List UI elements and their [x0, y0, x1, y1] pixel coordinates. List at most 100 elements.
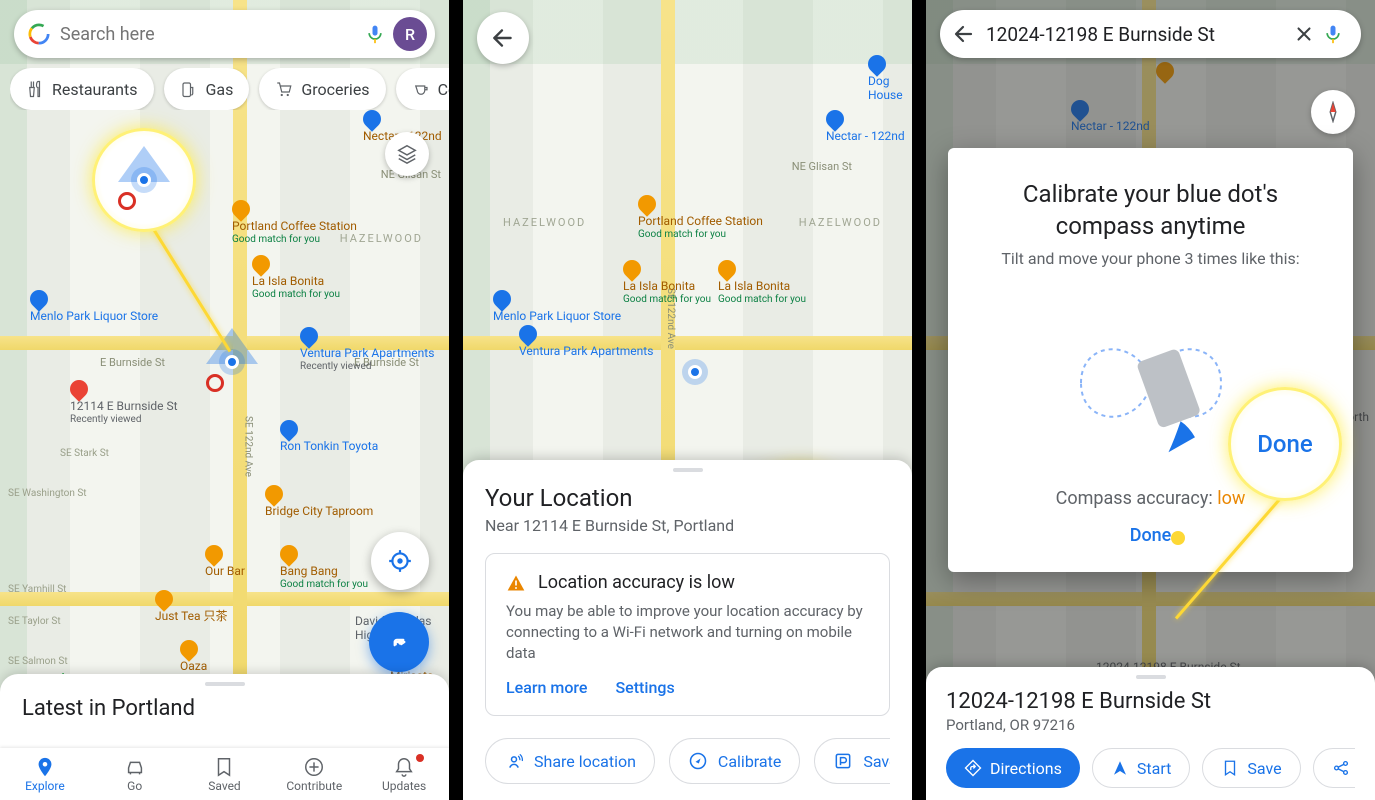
blue-dot-on-map[interactable] — [673, 350, 717, 394]
save-button[interactable]: Save — [1202, 748, 1300, 788]
cart-icon — [275, 80, 293, 98]
poi-isla[interactable]: La Isla BonitaGood match for you — [252, 255, 340, 300]
bottom-nav: Explore Go Saved Contribute Updates — [0, 748, 449, 800]
done-button[interactable]: Done — [1130, 525, 1172, 546]
poi-ron[interactable]: Ron Tonkin Toyota — [280, 420, 378, 454]
blue-dot-on-map[interactable] — [210, 340, 254, 384]
plus-circle-icon — [303, 756, 325, 778]
category-chips: Restaurants Gas Groceries Coffee — [10, 68, 449, 110]
sheet-title: Your Location — [485, 484, 890, 512]
highlight-blue-dot — [92, 128, 196, 232]
street-label: SE Stark St — [60, 448, 109, 459]
poi-oaza[interactable]: Oaza — [180, 640, 207, 674]
directions-fab[interactable] — [369, 612, 429, 672]
crosshair-icon — [387, 548, 413, 574]
phone-3-calibrate-modal: Nectar - 122nd North 12024-12198 E Burns… — [912, 0, 1375, 800]
sheet-handle[interactable] — [673, 468, 703, 472]
figure-eight-illustration — [1041, 308, 1261, 458]
poi-isla2[interactable]: La Isla BonitaGood match for you — [718, 260, 806, 305]
poi-ventura[interactable]: Ventura Park Apartments — [519, 325, 653, 359]
neighborhood-label: HAZELWOOD — [503, 216, 586, 229]
sheet-subtitle: Portland, OR 97216 — [946, 716, 1355, 734]
calibrate-modal: Calibrate your blue dot's compass anytim… — [948, 148, 1353, 572]
card-body: You may be able to improve your location… — [506, 601, 869, 664]
layers-icon — [396, 143, 418, 165]
street-label: SE 122nd Ave — [242, 416, 253, 477]
directions-button[interactable]: Directions — [946, 748, 1080, 788]
notification-dot — [416, 754, 424, 762]
poi-bridge[interactable]: Bridge City Taproom — [265, 485, 373, 519]
settings-link[interactable]: Settings — [615, 678, 674, 697]
action-pills: Directions Start Save Share — [946, 748, 1355, 788]
phone-1-main-map: NE Glisan St E Burnside St E Burnside St… — [0, 0, 449, 800]
share-button[interactable]: Share — [1313, 748, 1355, 788]
poi-addr[interactable]: 12114 E Burnside StRecently viewed — [70, 380, 178, 425]
my-location-button[interactable] — [371, 532, 429, 590]
close-icon[interactable] — [1293, 23, 1315, 45]
save-parking-chip[interactable]: Save parking — [814, 738, 890, 784]
search-bar[interactable]: R — [14, 10, 435, 58]
card-heading: Location accuracy is low — [538, 572, 735, 593]
nav-contribute[interactable]: Contribute — [269, 748, 359, 800]
back-button[interactable] — [477, 12, 529, 64]
highlight-done: Done — [1228, 387, 1342, 501]
action-chips: Share location Calibrate Save parking — [485, 738, 890, 784]
street-label: SE Taylor St — [8, 616, 61, 627]
poi-dog[interactable]: Dog House — [868, 55, 912, 103]
chip-groceries[interactable]: Groceries — [259, 68, 385, 110]
nav-saved[interactable]: Saved — [180, 748, 270, 800]
search-bar[interactable]: 12024-12198 E Burnside St — [940, 10, 1361, 58]
arrow-left-icon — [490, 25, 516, 51]
nav-explore[interactable]: Explore — [0, 748, 90, 800]
restaurant-icon — [26, 80, 44, 98]
poi-coffee1[interactable]: Portland Coffee StationGood match for yo… — [232, 200, 357, 245]
latest-sheet[interactable]: Latest in Portland — [0, 674, 449, 748]
accuracy-value: low — [1217, 488, 1245, 509]
poi-isla[interactable]: La Isla BonitaGood match for you — [623, 260, 711, 305]
calibrate-chip[interactable]: Calibrate — [669, 738, 800, 784]
layers-button[interactable] — [385, 132, 429, 176]
sheet-handle[interactable] — [1136, 675, 1166, 679]
compass-button[interactable] — [1311, 90, 1355, 134]
share-location-chip[interactable]: Share location — [485, 738, 655, 784]
sheet-handle[interactable] — [205, 682, 245, 686]
nav-updates[interactable]: Updates — [359, 748, 449, 800]
street-label: SE Washington St — [8, 488, 87, 499]
share-icon — [1332, 759, 1350, 777]
microphone-icon[interactable] — [365, 20, 385, 48]
chip-gas[interactable]: Gas — [164, 68, 250, 110]
compass-rose-icon — [1322, 101, 1344, 123]
poi-ventura[interactable]: Ventura Park ApartmentsRecently viewed — [300, 327, 434, 372]
coffee-icon — [412, 80, 430, 98]
modal-title: Calibrate your blue dot's compass anytim… — [976, 178, 1325, 243]
arrow-left-icon[interactable] — [952, 22, 976, 46]
avatar[interactable]: R — [393, 17, 427, 51]
poi-ourbar[interactable]: Our Bar — [205, 545, 245, 579]
learn-more-link[interactable]: Learn more — [506, 678, 587, 697]
accuracy-card: Location accuracy is low You may be able… — [485, 553, 890, 716]
poi-menlo[interactable]: Menlo Park Liquor Store — [30, 290, 158, 324]
street-label: E Burnside St — [100, 356, 165, 369]
sheet-subtitle: Near 12114 E Burnside St, Portland — [485, 516, 890, 535]
sheet-title: 12024-12198 E Burnside St — [946, 689, 1355, 714]
start-button[interactable]: Start — [1092, 748, 1190, 788]
search-input[interactable] — [60, 24, 357, 45]
address-value: 12024-12198 E Burnside St — [986, 23, 1283, 46]
compass-icon — [688, 751, 708, 771]
chip-restaurants[interactable]: Restaurants — [10, 68, 154, 110]
location-sheet: Your Location Near 12114 E Burnside St, … — [463, 460, 912, 800]
directions-icon — [386, 629, 412, 655]
poi-bang[interactable]: Bang BangGood match for you — [280, 545, 368, 590]
gas-icon — [180, 80, 198, 98]
chip-coffee[interactable]: Coffee — [396, 68, 449, 110]
poi-menlo[interactable]: Menlo Park Liquor Store — [493, 290, 621, 324]
poi-nectar[interactable]: Nectar - 122nd — [826, 110, 905, 144]
poi-justtea[interactable]: Just Tea 只茶 — [155, 590, 228, 624]
poi-coffee[interactable]: Portland Coffee StationGood match for yo… — [638, 195, 763, 240]
directions-icon — [964, 759, 982, 777]
neighborhood-label: HAZELWOOD — [799, 216, 882, 229]
nav-go[interactable]: Go — [90, 748, 180, 800]
google-logo-icon — [28, 23, 50, 45]
microphone-icon[interactable] — [1323, 20, 1343, 48]
share-location-icon — [504, 751, 524, 771]
